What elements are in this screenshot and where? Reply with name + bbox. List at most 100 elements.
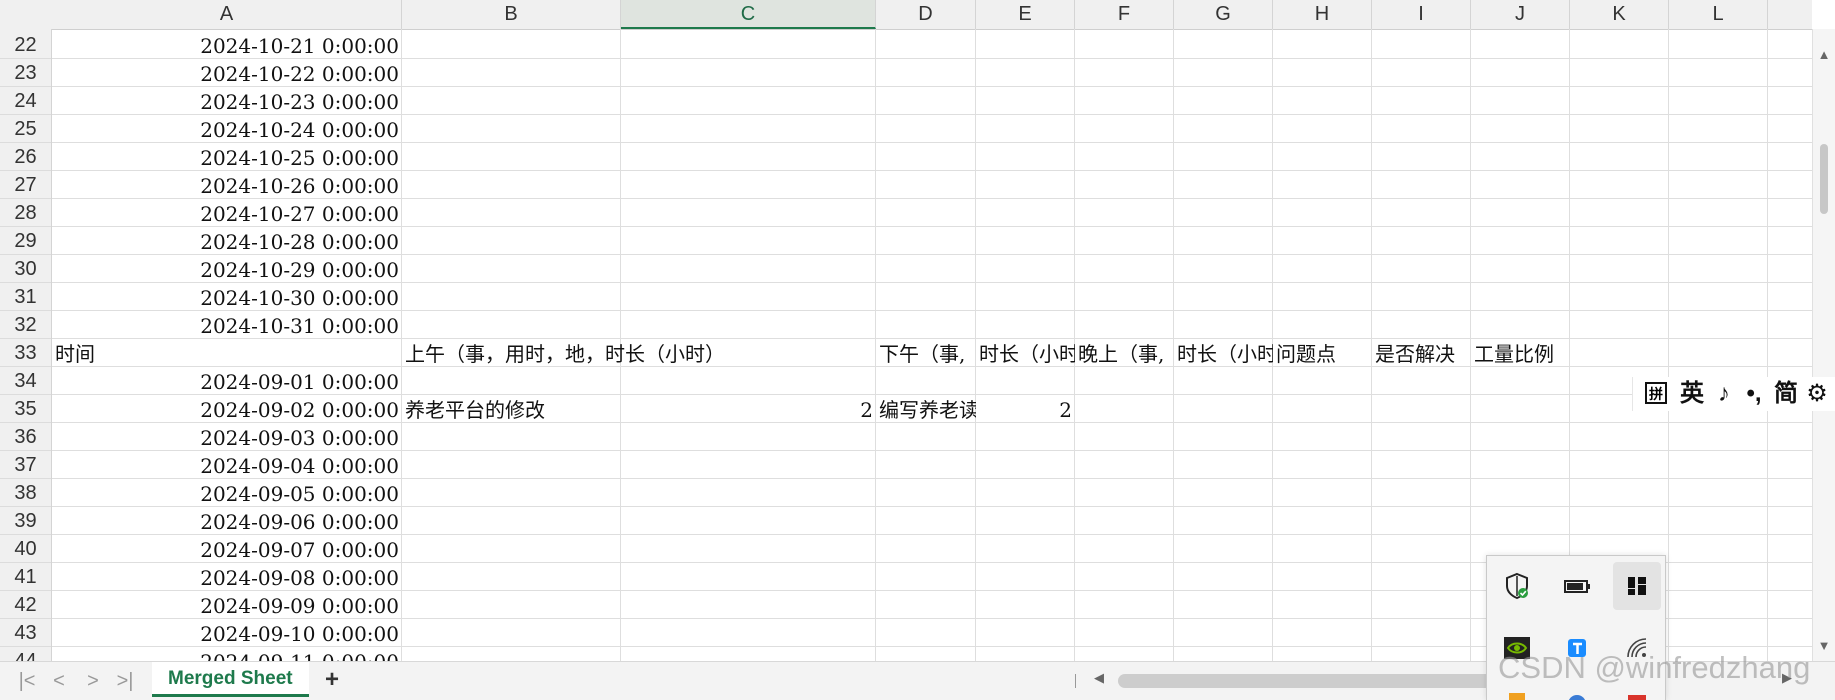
- ime-punctuation-icon[interactable]: •,: [1741, 379, 1767, 409]
- cell-e35[interactable]: 2: [976, 395, 1075, 423]
- cell-i33[interactable]: 是否解决: [1372, 339, 1471, 367]
- row-header-41[interactable]: 41: [0, 563, 51, 591]
- row-header-23[interactable]: 23: [0, 59, 51, 87]
- shield-app-icon[interactable]: [1497, 684, 1537, 700]
- row-header-31[interactable]: 31: [0, 283, 51, 311]
- cell-a29[interactable]: 2024-10-28 0:00:00: [52, 227, 402, 255]
- cell-f33[interactable]: 晚上（事,: [1075, 339, 1174, 367]
- cell-a40[interactable]: 2024-09-07 0:00:00: [52, 535, 402, 563]
- ime-moon-icon[interactable]: ♪: [1711, 379, 1737, 409]
- ime-settings-icon[interactable]: ⚙: [1803, 379, 1831, 409]
- app-grid-icon[interactable]: [1613, 562, 1661, 610]
- column-header-j[interactable]: J: [1471, 0, 1570, 29]
- ime-toolbar: 拼 英 ♪ •, 简 ⚙: [1632, 377, 1835, 411]
- cell-a34[interactable]: 2024-09-01 0:00:00: [52, 367, 402, 395]
- security-shield-icon[interactable]: [1497, 566, 1537, 606]
- cell-a31[interactable]: 2024-10-30 0:00:00: [52, 283, 402, 311]
- row-header-28[interactable]: 28: [0, 199, 51, 227]
- cell-a38[interactable]: 2024-09-05 0:00:00: [52, 479, 402, 507]
- ime-pinyin-icon[interactable]: 拼: [1645, 382, 1667, 404]
- first-sheet-icon[interactable]: |<: [14, 668, 40, 694]
- row-header-32[interactable]: 32: [0, 311, 51, 339]
- column-header-k[interactable]: K: [1570, 0, 1669, 29]
- row-header-34[interactable]: 34: [0, 367, 51, 395]
- column-header-g[interactable]: G: [1174, 0, 1273, 29]
- cell-a44[interactable]: 2024-09-11 0:00:00: [52, 647, 402, 661]
- column-header-bar: ABCDEFGHIJKL: [0, 0, 1812, 30]
- cell-a35[interactable]: 2024-09-02 0:00:00: [52, 395, 402, 423]
- row-header-39[interactable]: 39: [0, 507, 51, 535]
- ime-simplified-toggle[interactable]: 简: [1771, 379, 1801, 409]
- column-header-c[interactable]: C: [621, 0, 876, 29]
- row-header-42[interactable]: 42: [0, 591, 51, 619]
- cell-a37[interactable]: 2024-09-04 0:00:00: [52, 451, 402, 479]
- row-header-22[interactable]: 22: [0, 31, 51, 59]
- row-header-33[interactable]: 33: [0, 339, 51, 367]
- column-header-h[interactable]: H: [1273, 0, 1372, 29]
- cell-a30[interactable]: 2024-10-29 0:00:00: [52, 255, 402, 283]
- battery-icon[interactable]: [1557, 566, 1597, 606]
- row-header-43[interactable]: 43: [0, 619, 51, 647]
- row-header-38[interactable]: 38: [0, 479, 51, 507]
- row-header-40[interactable]: 40: [0, 535, 51, 563]
- next-sheet-icon[interactable]: >: [80, 668, 106, 694]
- row-header-29[interactable]: 29: [0, 227, 51, 255]
- cell-a36[interactable]: 2024-09-03 0:00:00: [52, 423, 402, 451]
- row-header-35[interactable]: 35: [0, 395, 51, 423]
- cell-a28[interactable]: 2024-10-27 0:00:00: [52, 199, 402, 227]
- bottom-divider: [1075, 674, 1076, 688]
- row-header-24[interactable]: 24: [0, 87, 51, 115]
- cell-a25[interactable]: 2024-10-24 0:00:00: [52, 115, 402, 143]
- last-sheet-icon[interactable]: >|: [112, 668, 138, 694]
- scroll-down-arrow-icon[interactable]: ▼: [1813, 638, 1835, 653]
- grid-column-line: [1767, 29, 1768, 661]
- cell-b35[interactable]: 养老平台的修改: [402, 395, 621, 423]
- row-header-26[interactable]: 26: [0, 143, 51, 171]
- cell-a27[interactable]: 2024-10-26 0:00:00: [52, 171, 402, 199]
- column-header-i[interactable]: I: [1372, 0, 1471, 29]
- row-header-bar: 22 23 24 25 26 27 28 29 30 31 32 33 34 35 36 37 38 39 40 41…: [0, 29, 52, 661]
- column-header-d[interactable]: D: [876, 0, 976, 29]
- vertical-scroll-thumb[interactable]: [1820, 144, 1828, 214]
- cell-d33[interactable]: 下午（事,: [876, 339, 976, 367]
- row-header-37[interactable]: 37: [0, 451, 51, 479]
- add-sheet-button[interactable]: +: [318, 666, 346, 694]
- cell-a42[interactable]: 2024-09-09 0:00:00: [52, 591, 402, 619]
- grid-column-line: [1668, 29, 1669, 661]
- cell-c35[interactable]: 2: [621, 395, 876, 423]
- cell-a23[interactable]: 2024-10-22 0:00:00: [52, 59, 402, 87]
- cell-e33[interactable]: 时长（小时: [976, 339, 1075, 367]
- cell-a26[interactable]: 2024-10-25 0:00:00: [52, 143, 402, 171]
- cell-a22[interactable]: 2024-10-21 0:00:00: [52, 31, 402, 59]
- cell-h33[interactable]: 问题点: [1273, 339, 1372, 367]
- row-header-25[interactable]: 25: [0, 115, 51, 143]
- scroll-up-arrow-icon[interactable]: ▲: [1813, 47, 1835, 62]
- edge-app-icon[interactable]: [1557, 684, 1597, 700]
- column-header-a[interactable]: A: [52, 0, 402, 29]
- row-header-36[interactable]: 36: [0, 423, 51, 451]
- row-header-44[interactable]: 44: [0, 647, 51, 661]
- row-header-27[interactable]: 27: [0, 171, 51, 199]
- column-header-b[interactable]: B: [402, 0, 621, 29]
- cell-a32[interactable]: 2024-10-31 0:00:00: [52, 311, 402, 339]
- cell-a43[interactable]: 2024-09-10 0:00:00: [52, 619, 402, 647]
- row-header-30[interactable]: 30: [0, 255, 51, 283]
- column-header-f[interactable]: F: [1075, 0, 1174, 29]
- cell-j33[interactable]: 工量比例: [1471, 339, 1570, 367]
- cell-a39[interactable]: 2024-09-06 0:00:00: [52, 507, 402, 535]
- cell-a41[interactable]: 2024-09-08 0:00:00: [52, 563, 402, 591]
- cell-b33[interactable]: 上午（事，用时，地，时长（小时）: [402, 339, 802, 367]
- ime-language-toggle[interactable]: 英: [1677, 379, 1707, 409]
- sheet-tab-merged-sheet[interactable]: Merged Sheet: [152, 662, 309, 697]
- column-header-e[interactable]: E: [976, 0, 1075, 29]
- prev-sheet-icon[interactable]: <: [46, 668, 72, 694]
- cell-a24[interactable]: 2024-10-23 0:00:00: [52, 87, 402, 115]
- cell-g33[interactable]: 时长（小时: [1174, 339, 1273, 367]
- scroll-left-arrow-icon[interactable]: ◀: [1094, 670, 1104, 686]
- red-app-icon[interactable]: [1617, 684, 1657, 700]
- cell-a33[interactable]: 时间: [52, 339, 402, 367]
- cell-d35[interactable]: 编写养老读: [876, 395, 976, 423]
- vertical-scrollbar[interactable]: ▲ ▼: [1812, 29, 1835, 661]
- column-header-l[interactable]: L: [1669, 0, 1768, 29]
- csdn-watermark: CSDN @winfredzhang: [1498, 650, 1811, 685]
